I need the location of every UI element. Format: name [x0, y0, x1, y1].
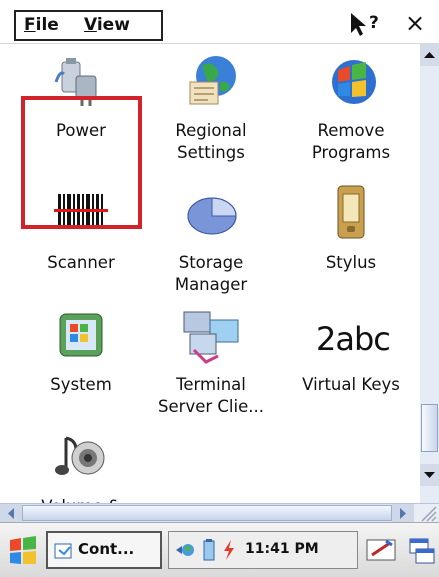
item-label: Virtual Keys — [302, 375, 400, 394]
close-icon[interactable]: × — [400, 8, 430, 38]
scroll-up-icon[interactable] — [420, 44, 439, 66]
item-regional-settings[interactable]: Regional Settings — [146, 52, 276, 164]
item-label: Regional Settings — [175, 121, 247, 162]
item-label: Stylus — [325, 253, 377, 272]
regional-settings-icon — [176, 52, 246, 112]
item-volume-sounds[interactable]: Volume & — [16, 428, 146, 504]
file-menu[interactable]: File — [24, 15, 59, 35]
control-panel-window: File View ? × Power Regional Settings Re… — [0, 0, 439, 577]
volume-icon — [46, 428, 116, 488]
taskbar-button-control-panel[interactable]: Cont... — [46, 531, 162, 569]
virtual-keys-icon: 2abc — [316, 320, 391, 358]
scroll-down-icon[interactable] — [420, 464, 439, 486]
icon-view: Power Regional Settings Remove Programs … — [0, 44, 420, 504]
item-stylus[interactable]: Stylus — [286, 184, 416, 274]
battery-icon[interactable] — [201, 538, 217, 562]
clock[interactable]: 11:41 PM — [245, 541, 319, 557]
svg-text:?: ? — [369, 13, 379, 33]
vertical-scrollbar[interactable] — [420, 44, 439, 504]
size-grip-icon — [414, 504, 439, 523]
input-panel-icon[interactable] — [364, 533, 398, 567]
selection-highlight — [21, 96, 142, 229]
system-tray: 11:41 PM — [168, 531, 358, 569]
item-label: System — [50, 375, 112, 394]
item-virtual-keys[interactable]: 2abc Virtual Keys — [286, 306, 416, 396]
item-label: Terminal Server Clie... — [158, 375, 264, 416]
power-plug-icon[interactable] — [219, 538, 239, 562]
menu-group: File View — [14, 10, 163, 41]
terminal-server-icon — [176, 306, 246, 366]
scroll-right-icon[interactable] — [392, 504, 414, 523]
item-system[interactable]: System — [16, 306, 146, 396]
horizontal-scroll-thumb[interactable] — [22, 505, 392, 521]
remove-programs-icon — [316, 52, 386, 112]
control-panel-icon — [54, 541, 74, 561]
window-switch-icon[interactable] — [406, 533, 436, 567]
system-icon — [46, 306, 116, 366]
network-icon[interactable] — [175, 540, 197, 560]
item-terminal-server-client[interactable]: Terminal Server Clie... — [146, 306, 276, 418]
item-label: Remove Programs — [311, 121, 391, 162]
stylus-icon — [316, 184, 386, 244]
item-storage-manager[interactable]: Storage Manager — [146, 184, 276, 296]
taskbar: Cont... 11:41 PM — [0, 522, 439, 577]
vertical-scroll-thumb[interactable] — [421, 404, 438, 452]
menu-bar: File View ? × — [0, 0, 439, 44]
horizontal-scrollbar[interactable] — [0, 503, 439, 523]
taskbar-button-label: Cont... — [78, 540, 135, 558]
item-label: Storage Manager — [174, 253, 248, 294]
item-remove-programs[interactable]: Remove Programs — [286, 52, 416, 164]
scroll-left-icon[interactable] — [0, 504, 22, 523]
storage-manager-icon — [176, 184, 246, 244]
help-pointer-icon[interactable]: ? — [347, 10, 387, 38]
item-label: Scanner — [47, 253, 115, 272]
start-windows-flag-icon[interactable] — [6, 534, 40, 568]
view-menu[interactable]: View — [84, 15, 130, 35]
